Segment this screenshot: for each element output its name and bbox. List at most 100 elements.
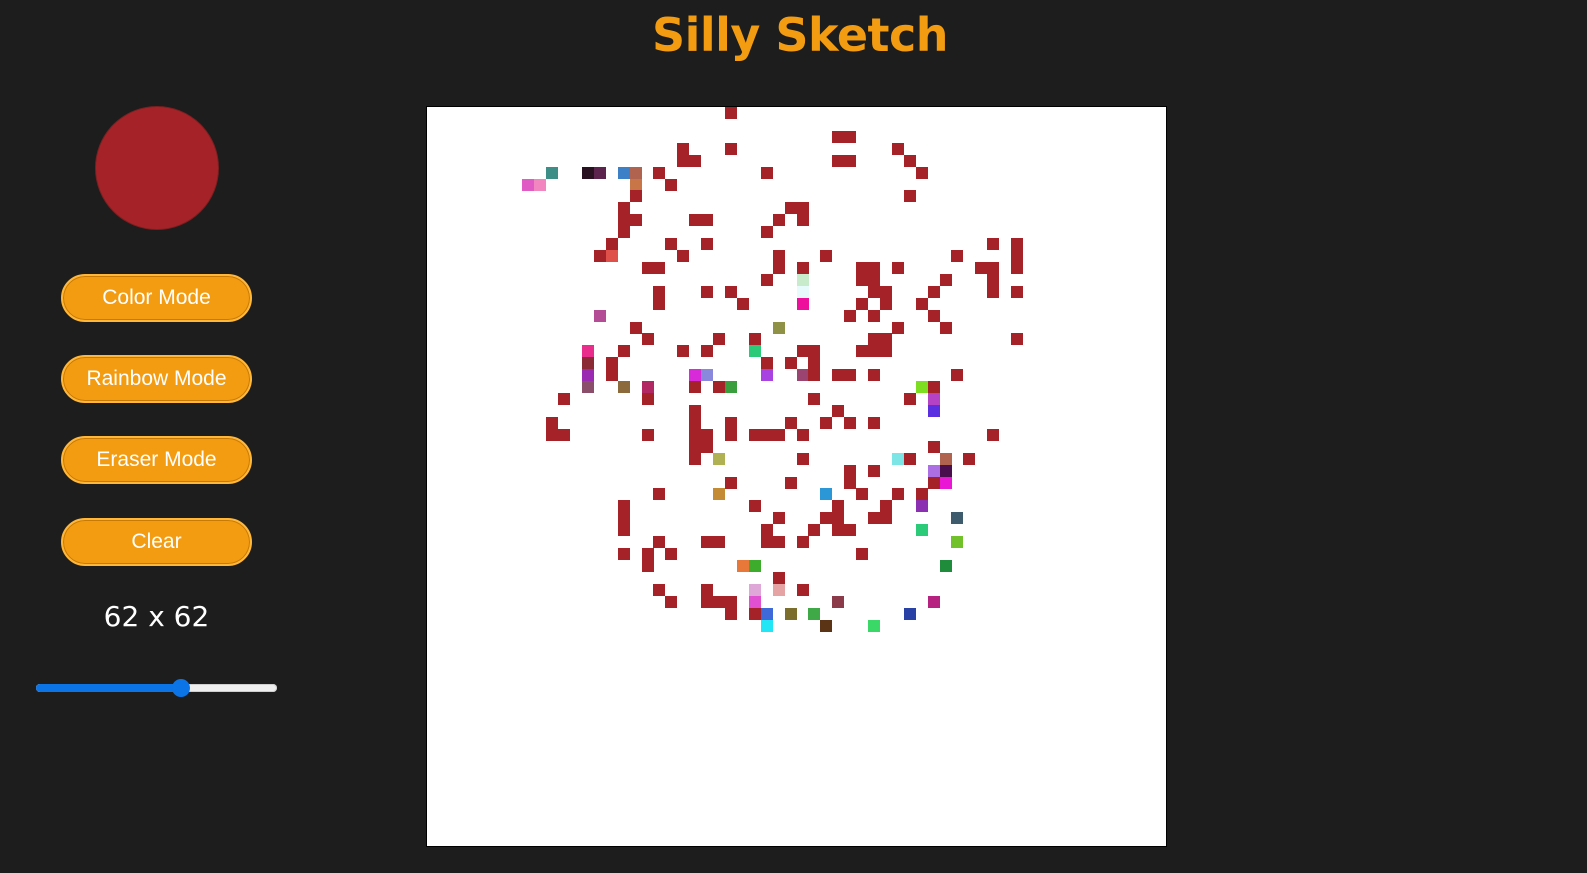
painted-cell[interactable] xyxy=(689,369,702,382)
painted-cell[interactable] xyxy=(772,428,785,441)
painted-cell[interactable] xyxy=(832,369,845,382)
clear-button[interactable]: Clear xyxy=(61,518,252,566)
painted-cell[interactable] xyxy=(760,607,773,620)
painted-cell[interactable] xyxy=(927,595,940,608)
color-picker-swatch[interactable] xyxy=(95,106,219,230)
painted-cell[interactable] xyxy=(820,250,833,263)
painted-cell[interactable] xyxy=(915,166,928,179)
painted-cell[interactable] xyxy=(987,428,1000,441)
painted-cell[interactable] xyxy=(581,357,594,370)
painted-cell[interactable] xyxy=(820,512,833,525)
painted-cell[interactable] xyxy=(748,595,761,608)
painted-cell[interactable] xyxy=(975,261,988,274)
painted-cell[interactable] xyxy=(581,166,594,179)
painted-cell[interactable] xyxy=(748,333,761,346)
painted-cell[interactable] xyxy=(617,512,630,525)
painted-cell[interactable] xyxy=(939,464,952,477)
painted-cell[interactable] xyxy=(653,297,666,310)
painted-cell[interactable] xyxy=(856,261,869,274)
painted-cell[interactable] xyxy=(748,607,761,620)
painted-cell[interactable] xyxy=(820,488,833,501)
painted-cell[interactable] xyxy=(820,416,833,429)
painted-cell[interactable] xyxy=(856,548,869,561)
painted-cell[interactable] xyxy=(1011,333,1024,346)
painted-cell[interactable] xyxy=(844,369,857,382)
painted-cell[interactable] xyxy=(820,619,833,632)
painted-cell[interactable] xyxy=(760,524,773,537)
painted-cell[interactable] xyxy=(879,333,892,346)
painted-cell[interactable] xyxy=(677,250,690,263)
painted-cell[interactable] xyxy=(748,345,761,358)
painted-cell[interactable] xyxy=(724,476,737,489)
painted-cell[interactable] xyxy=(951,250,964,263)
painted-cell[interactable] xyxy=(641,333,654,346)
painted-cell[interactable] xyxy=(951,536,964,549)
painted-cell[interactable] xyxy=(915,500,928,513)
slider-thumb[interactable] xyxy=(172,679,190,697)
painted-cell[interactable] xyxy=(879,285,892,298)
painted-cell[interactable] xyxy=(903,393,916,406)
painted-cell[interactable] xyxy=(665,548,678,561)
painted-cell[interactable] xyxy=(1011,285,1024,298)
painted-cell[interactable] xyxy=(713,452,726,465)
painted-cell[interactable] xyxy=(784,416,797,429)
painted-cell[interactable] xyxy=(987,285,1000,298)
painted-cell[interactable] xyxy=(593,166,606,179)
painted-cell[interactable] xyxy=(617,500,630,513)
painted-cell[interactable] xyxy=(879,500,892,513)
painted-cell[interactable] xyxy=(653,488,666,501)
painted-cell[interactable] xyxy=(724,142,737,155)
painted-cell[interactable] xyxy=(939,476,952,489)
painted-cell[interactable] xyxy=(796,273,809,286)
painted-cell[interactable] xyxy=(581,369,594,382)
painted-cell[interactable] xyxy=(713,595,726,608)
grid-size-slider[interactable] xyxy=(36,679,277,697)
rainbow-mode-button[interactable]: Rainbow Mode xyxy=(61,355,252,403)
painted-cell[interactable] xyxy=(689,404,702,417)
painted-cell[interactable] xyxy=(713,536,726,549)
painted-cell[interactable] xyxy=(927,464,940,477)
painted-cell[interactable] xyxy=(629,166,642,179)
painted-cell[interactable] xyxy=(903,607,916,620)
painted-cell[interactable] xyxy=(868,333,881,346)
painted-cell[interactable] xyxy=(796,297,809,310)
painted-cell[interactable] xyxy=(546,416,559,429)
painted-cell[interactable] xyxy=(796,202,809,215)
painted-cell[interactable] xyxy=(724,416,737,429)
painted-cell[interactable] xyxy=(641,261,654,274)
painted-cell[interactable] xyxy=(832,500,845,513)
painted-cell[interactable] xyxy=(927,381,940,394)
painted-cell[interactable] xyxy=(772,261,785,274)
painted-cell[interactable] xyxy=(951,369,964,382)
eraser-mode-button[interactable]: Eraser Mode xyxy=(61,436,252,484)
painted-cell[interactable] xyxy=(641,381,654,394)
painted-cell[interactable] xyxy=(701,583,714,596)
painted-cell[interactable] xyxy=(868,619,881,632)
painted-cell[interactable] xyxy=(856,297,869,310)
painted-cell[interactable] xyxy=(581,381,594,394)
painted-cell[interactable] xyxy=(856,273,869,286)
painted-cell[interactable] xyxy=(832,524,845,537)
painted-cell[interactable] xyxy=(617,226,630,239)
painted-cell[interactable] xyxy=(641,393,654,406)
painted-cell[interactable] xyxy=(677,345,690,358)
painted-cell[interactable] xyxy=(891,452,904,465)
painted-cell[interactable] xyxy=(617,524,630,537)
painted-cell[interactable] xyxy=(784,357,797,370)
painted-cell[interactable] xyxy=(605,369,618,382)
painted-cell[interactable] xyxy=(784,607,797,620)
painted-cell[interactable] xyxy=(915,524,928,537)
painted-cell[interactable] xyxy=(832,512,845,525)
painted-cell[interactable] xyxy=(844,130,857,143)
painted-cell[interactable] xyxy=(903,190,916,203)
painted-cell[interactable] xyxy=(927,476,940,489)
painted-cell[interactable] xyxy=(832,130,845,143)
painted-cell[interactable] xyxy=(891,261,904,274)
painted-cell[interactable] xyxy=(987,238,1000,251)
painted-cell[interactable] xyxy=(617,381,630,394)
painted-cell[interactable] xyxy=(1011,250,1024,263)
painted-cell[interactable] xyxy=(868,512,881,525)
painted-cell[interactable] xyxy=(713,488,726,501)
painted-cell[interactable] xyxy=(724,607,737,620)
painted-cell[interactable] xyxy=(808,369,821,382)
